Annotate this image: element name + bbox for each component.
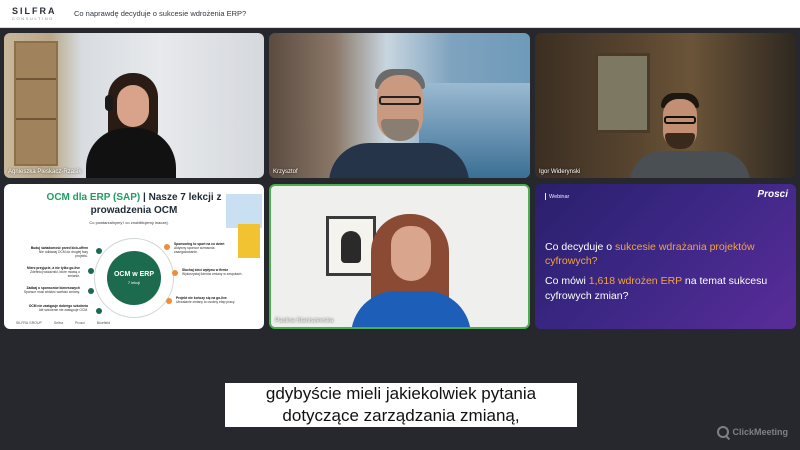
shared-slide-ocm[interactable]: OCM dla ERP (SAP) | Nasze 7 lekcji z pro… <box>4 184 264 329</box>
lesson-dot-icon <box>164 244 170 250</box>
video-tile-2[interactable]: Krzysztof <box>269 33 530 178</box>
lesson-item: OCM nie zastępuje dobrego szkolenia Ale … <box>26 304 88 312</box>
participant-body <box>351 291 471 327</box>
lesson-dot-icon <box>96 308 102 314</box>
logo-label: Prosci <box>75 321 85 325</box>
lesson-text: Zdefiniuj wskaźniki, które mówią o zmian… <box>30 270 80 279</box>
logo-label: Bluefield <box>96 321 111 325</box>
lesson-dot-icon <box>96 248 102 254</box>
lesson-item: Buduj świadomość przed kick-offem Nie od… <box>26 246 88 258</box>
participant-body <box>630 151 750 178</box>
slide-title: OCM dla ERP (SAP) | Nasze 7 lekcji z pro… <box>34 192 234 217</box>
lesson-item: Sponsoring to sport na co dzień Aktywny … <box>174 242 236 254</box>
caption-line: dotyczące zarządzania zmianą, <box>282 406 520 425</box>
glasses-icon <box>379 96 421 105</box>
logo-text: SILFRA <box>12 5 57 16</box>
participant-face <box>391 226 431 281</box>
participant-name: Igor Widerynski <box>539 169 581 175</box>
meeting-title: Co naprawdę decyduje o sukcesie wdrożeni… <box>74 9 247 18</box>
lesson-text: Sponsor musi widzieć wartość zmiany. <box>23 290 80 295</box>
participant-face <box>117 85 149 127</box>
cat-icon <box>341 231 361 263</box>
participant-body <box>86 128 176 178</box>
webinar-heading: Co decyduje o sukcesie wdrażania projekt… <box>545 240 785 268</box>
video-tile-1[interactable]: Agnieszka Pleskacz-Rzasik <box>4 33 264 178</box>
webinar-subheading: Co mówi 1,618 wdrożen ERP na temat sukce… <box>545 274 785 303</box>
clickmeeting-icon <box>717 426 730 438</box>
background-window <box>595 53 650 133</box>
slide-subtitle: Co powtarzalnymy i co znobilitujemy inac… <box>89 220 169 225</box>
caption-line: gdybyście mieli jakiekolwiek pytania <box>265 384 537 403</box>
shared-slide-webinar[interactable]: Webinar Prosci Co decyduje o sukcesie wd… <box>535 184 796 329</box>
lesson-item: Słuchaj sieci wpływu w firmie Wykorzysta… <box>182 268 244 276</box>
slide-decoration <box>226 194 262 228</box>
lesson-text: Wykorzystaj liderów zmiany w zespołach. <box>182 272 243 277</box>
lesson-text: Utrwalanie zmiany to osobny etap pracy. <box>176 300 236 305</box>
subheading-text: Co mówi <box>545 275 589 287</box>
clickmeeting-watermark: ClickMeeting <box>717 426 788 438</box>
slide-logos: SILFRA GROUP Seltra Prosci Bluefield <box>16 321 216 325</box>
logo-label: Seltra <box>53 321 64 325</box>
participant-beard <box>381 119 419 141</box>
center-label: OCM w ERP <box>113 271 155 278</box>
lesson-text: Nie odkładaj OCM do drugiej fazy projekt… <box>38 250 88 259</box>
participant-name: Krzysztof <box>273 169 298 175</box>
participant-name: Agnieszka Pleskacz-Rzasik <box>8 169 82 175</box>
lesson-dot-icon <box>88 288 94 294</box>
caption-box: gdybyście mieli jakiekolwiek pytania dot… <box>225 383 577 427</box>
bookshelf <box>14 41 58 166</box>
slide-center-circle: OCM w ERP 7 lekcji <box>107 251 161 305</box>
heading-text: Co decyduje o <box>545 241 616 253</box>
webinar-label-text: Webinar <box>549 193 570 200</box>
lesson-item: Zadbaj o sponsorów biznesowych Sponsor m… <box>18 286 80 294</box>
lesson-item: Mierz przyjęcie, a nie tylko go-live Zde… <box>18 266 80 278</box>
slide-decoration <box>238 224 260 258</box>
logo-subtext: CONSULTING <box>12 15 54 21</box>
silfra-logo: SILFRA CONSULTING <box>0 5 60 21</box>
subheading-highlight: 1,618 wdrożen ERP <box>588 275 682 287</box>
glasses-icon <box>664 116 696 124</box>
center-sublabel: 7 lekcji <box>127 280 141 285</box>
participant-beard <box>665 133 695 149</box>
top-bar: SILFRA CONSULTING Co naprawdę decyduje o… <box>0 0 800 28</box>
participant-name: Paulina Staniszewska <box>275 318 334 324</box>
lesson-text: Ale szkolenie nie zastępuje OCM. <box>38 308 88 313</box>
lesson-dot-icon <box>166 298 172 304</box>
logo-label: SILFRA GROUP <box>16 321 42 325</box>
lesson-dot-icon <box>172 270 178 276</box>
video-tile-active-speaker[interactable]: Paulina Staniszewska <box>269 184 530 329</box>
webinar-label: Webinar <box>545 193 569 200</box>
participant-body <box>329 143 469 178</box>
lesson-text: Aktywny sponsor wzmacnia zaangażowanie. <box>174 246 215 255</box>
slide-title-accent: OCM dla ERP (SAP) <box>46 192 141 203</box>
label-bar <box>545 193 546 200</box>
cat-painting <box>326 216 376 276</box>
video-tile-3[interactable]: Igor Widerynski <box>535 33 796 178</box>
watermark-text: ClickMeeting <box>732 427 788 437</box>
lesson-dot-icon <box>88 268 94 274</box>
prosci-logo: Prosci <box>757 189 788 200</box>
lesson-item: Projekt nie kończy się na go-live Utrwal… <box>176 296 238 304</box>
headset-icon <box>105 95 113 111</box>
